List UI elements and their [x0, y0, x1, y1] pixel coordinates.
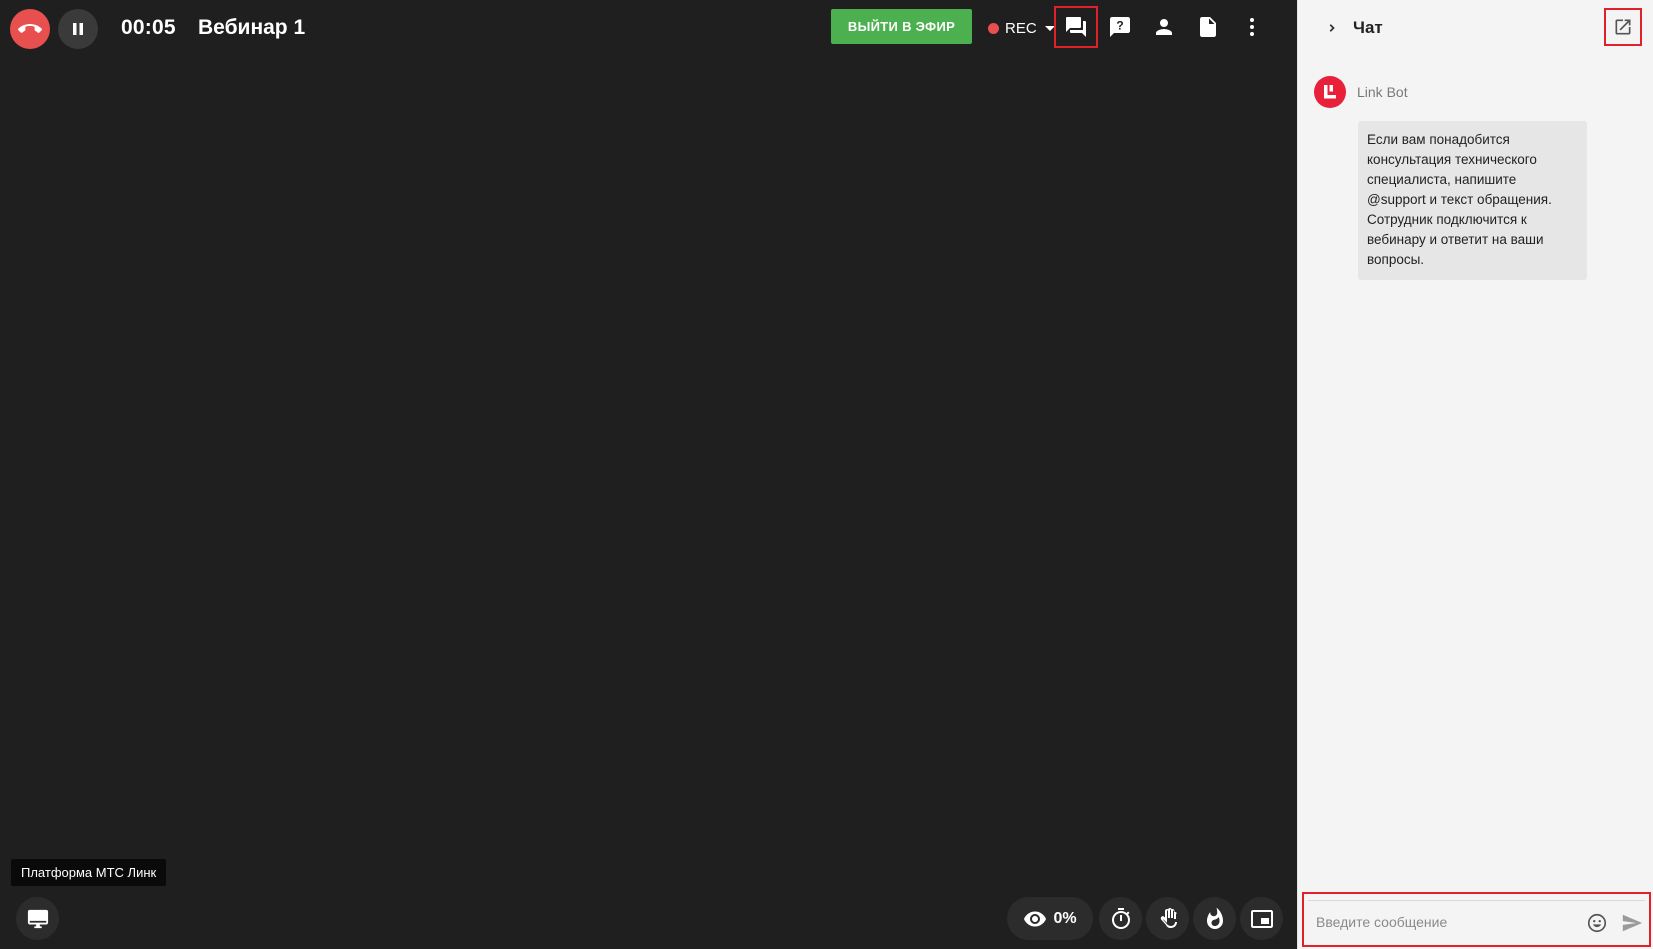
chat-title: Чат [1353, 18, 1383, 37]
chat-icon [1066, 17, 1086, 37]
link-logo-icon [1324, 85, 1336, 99]
phone-hangup-icon [18, 24, 42, 33]
flame-icon [1206, 907, 1223, 929]
avatar [1314, 76, 1346, 108]
chat-panel: Чат Link Bot Если вам понадобится консул… [1297, 0, 1653, 949]
go-live-button[interactable]: ВЫЙТИ В ЭФИР [831, 9, 972, 44]
collapse-chat-button[interactable] [1322, 18, 1342, 38]
question-icon: ? [1110, 17, 1130, 37]
message-composer [1302, 892, 1651, 947]
emoji-icon [1587, 913, 1607, 933]
open-in-new-icon [1615, 19, 1631, 35]
popout-chat-button[interactable] [1604, 8, 1642, 46]
reactions-button[interactable] [1193, 897, 1236, 940]
picture-in-picture-button[interactable] [1240, 897, 1283, 940]
files-button[interactable] [1186, 6, 1230, 48]
eye-icon [1024, 911, 1047, 926]
more-options-button[interactable] [1230, 6, 1274, 48]
person-icon [1156, 19, 1172, 35]
record-label: REC [1005, 19, 1037, 37]
emoji-button[interactable] [1585, 911, 1609, 935]
monitor-icon [27, 909, 48, 928]
timer-button[interactable] [1099, 897, 1142, 940]
record-dropdown[interactable]: REC [988, 16, 1055, 40]
divider [1308, 900, 1645, 901]
attention-percent: 0% [1053, 909, 1077, 927]
picture-in-picture-icon [1250, 909, 1273, 928]
message-author: Link Bot [1357, 84, 1408, 100]
pause-button[interactable] [58, 9, 98, 49]
record-indicator-dot [988, 22, 999, 34]
broadcast-timer: 00:05 [121, 16, 176, 39]
chevron-right-icon [1329, 24, 1335, 32]
attention-indicator[interactable]: 0% [1007, 897, 1093, 940]
send-button[interactable] [1620, 911, 1644, 935]
event-title: Вебинар 1 [198, 16, 306, 39]
timer-icon [1111, 907, 1130, 929]
send-icon [1622, 914, 1643, 932]
chat-header: Чат [1298, 0, 1653, 58]
platform-tooltip: Платформа МТС Линк [11, 859, 167, 886]
chat-toggle-button[interactable] [1054, 6, 1098, 48]
svg-text:?: ? [1116, 19, 1123, 33]
message-input[interactable] [1316, 909, 1561, 935]
raise-hand-button[interactable] [1146, 897, 1189, 940]
video-stage: 00:05 Вебинар 1 ВЫЙТИ В ЭФИР REC ? Платф… [0, 0, 1297, 949]
end-call-button[interactable] [10, 9, 50, 49]
raise-hand-icon [1160, 907, 1177, 928]
participants-button[interactable] [1142, 6, 1186, 48]
message-text: Если вам понадобится консультация технич… [1358, 121, 1587, 280]
document-icon [1200, 17, 1216, 37]
questions-button[interactable]: ? [1098, 6, 1142, 48]
top-toolbar: 00:05 Вебинар 1 ВЫЙТИ В ЭФИР REC ? [0, 0, 1297, 56]
pause-icon [73, 23, 83, 35]
screen-share-button[interactable] [16, 897, 59, 940]
more-vertical-icon [1250, 18, 1254, 36]
